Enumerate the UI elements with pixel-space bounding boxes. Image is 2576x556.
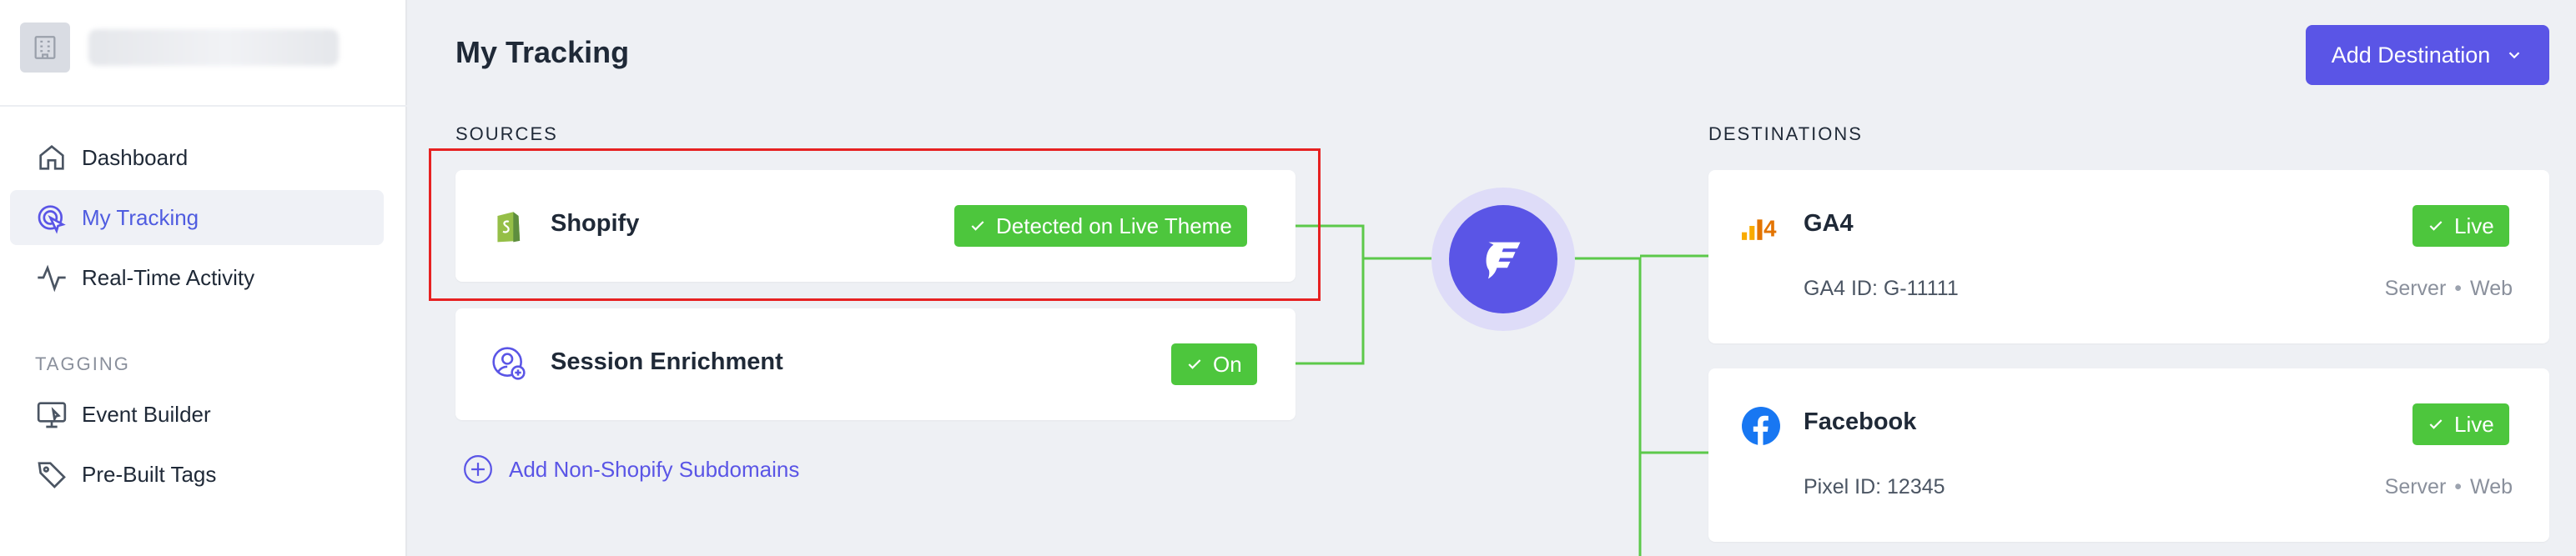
source-name: Session Enrichment: [551, 348, 783, 375]
elephant-logo-icon: [1486, 242, 1521, 279]
facebook-icon: [1742, 407, 1780, 445]
check-icon: [2429, 221, 2443, 231]
check-icon: [2429, 419, 2443, 429]
destination-id: Pixel ID: 12345: [1804, 475, 1945, 498]
separator-dot: •: [2454, 475, 2463, 498]
svg-text:4: 4: [1763, 215, 1777, 240]
mode-web: Web: [2470, 277, 2513, 300]
destination-modes: Server • Web: [2385, 277, 2513, 301]
status-badge-label: Live: [2454, 213, 2494, 238]
add-link-label: Add Non-Shopify Subdomains: [509, 456, 800, 482]
ga4-icon: 4: [1742, 215, 1777, 240]
status-badge: Live: [2412, 403, 2509, 445]
destination-card-ga4[interactable]: 4 GA4 Live GA4 ID: G-11111 Server • Web: [1708, 170, 2549, 343]
status-badge: Live: [2412, 205, 2509, 247]
add-non-shopify-subdomains-link[interactable]: Add Non-Shopify Subdomains: [462, 453, 799, 485]
destination-card-facebook[interactable]: Facebook Live Pixel ID: 12345 Server • Web: [1708, 368, 2549, 542]
destination-name: GA4: [1804, 210, 1854, 237]
highlight-box: [429, 148, 1321, 301]
destination-id: GA4 ID: G-11111: [1804, 277, 1959, 300]
plus-circle-icon: [464, 455, 492, 483]
hub-logo: [1431, 188, 1575, 331]
mode-web: Web: [2470, 475, 2513, 498]
separator-dot: •: [2454, 277, 2463, 300]
status-badge-label: Live: [2454, 411, 2494, 437]
status-badge: On: [1171, 343, 1257, 385]
mode-server: Server: [2384, 277, 2447, 300]
check-icon: [1188, 359, 1201, 369]
status-badge-label: On: [1213, 351, 1242, 377]
mode-server: Server: [2384, 475, 2447, 498]
destination-modes: Server • Web: [2385, 475, 2513, 499]
destination-name: Facebook: [1804, 408, 1917, 435]
user-plus-icon: [492, 347, 526, 380]
source-card-session-enrichment[interactable]: Session Enrichment On: [455, 308, 1296, 420]
